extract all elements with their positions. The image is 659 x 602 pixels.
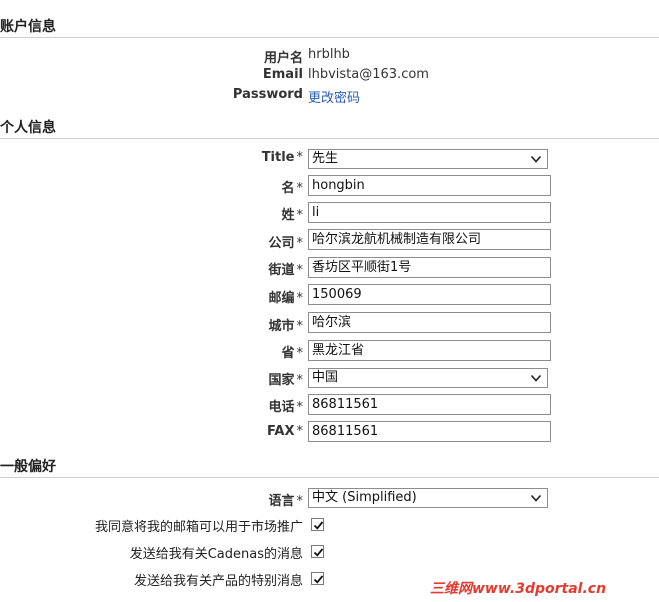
province-field[interactable]: 黑龙江省 <box>308 340 551 361</box>
country-label: 国家 * <box>0 369 303 388</box>
label-text: 邮编 <box>268 291 295 306</box>
label-text: 语言 <box>268 494 295 509</box>
city-label: 城市 * <box>0 315 303 334</box>
street-label: 街道 * <box>0 259 303 278</box>
language-label: 语言 * <box>0 490 303 509</box>
required-mark: * <box>296 236 304 251</box>
street-field[interactable]: 香坊区平顺街1号 <box>308 257 551 278</box>
product-offers-checkbox[interactable] <box>311 572 324 585</box>
label-text: 电话 <box>268 400 295 415</box>
checkmark-icon <box>313 521 324 530</box>
company-label: 公司 * <box>0 232 303 251</box>
required-mark: * <box>296 494 304 509</box>
label-text: Title <box>261 150 295 165</box>
required-mark: * <box>296 208 304 223</box>
required-mark: * <box>296 150 304 165</box>
product-offers-label: 发送给我有关产品的特别消息 <box>133 574 303 589</box>
last-name-label: 姓 * <box>0 204 303 223</box>
label-text: 国家 <box>268 373 295 388</box>
username-value: hrblhb <box>308 47 350 62</box>
cadenas-news-label: 发送给我有关Cadenas的消息 <box>129 547 303 562</box>
site-watermark: 三维网www.3dportal.cn <box>430 581 607 597</box>
required-mark: * <box>296 346 304 361</box>
change-password-link[interactable]: 更改密码 <box>308 87 360 106</box>
first-name-field[interactable]: hongbin <box>308 175 551 196</box>
required-mark: * <box>296 373 304 388</box>
marketing-consent-label: 我同意将我的邮箱可以用于市场推广 <box>94 520 303 535</box>
phone-label: 电话 * <box>0 396 303 415</box>
last-name-field[interactable]: li <box>308 202 551 223</box>
section-title-personal: 个人信息 <box>0 119 659 139</box>
fax-field[interactable]: 86811561 <box>308 421 551 442</box>
province-label: 省 * <box>0 342 303 361</box>
required-mark: * <box>296 400 304 415</box>
label-text: 街道 <box>268 263 295 278</box>
country-select[interactable]: 中国 <box>308 368 548 388</box>
chevron-down-icon <box>530 494 542 502</box>
email-value: lhbvista@163.com <box>308 67 429 82</box>
section-title-text: 账户信息 <box>0 19 56 35</box>
select-value: 先生 <box>312 151 339 166</box>
checkmark-icon <box>313 575 324 584</box>
username-label: 用户名 <box>263 51 303 66</box>
chevron-down-icon <box>530 374 542 382</box>
required-mark: * <box>296 319 304 334</box>
required-mark: * <box>296 263 304 278</box>
label-text: 姓 <box>281 208 295 223</box>
label-text: FAX <box>267 424 295 439</box>
select-value: 中国 <box>312 370 339 385</box>
section-title-preferences: 一般偏好 <box>0 458 659 478</box>
city-field[interactable]: 哈尔滨 <box>308 312 551 333</box>
marketing-consent-checkbox[interactable] <box>311 518 324 531</box>
first-name-label: 名 * <box>0 177 303 196</box>
section-title-text: 个人信息 <box>0 120 56 136</box>
section-title-account: 账户信息 <box>0 18 659 38</box>
cadenas-news-checkbox[interactable] <box>311 545 324 558</box>
fax-label: FAX * <box>0 424 303 439</box>
chevron-down-icon <box>530 155 542 163</box>
title-select[interactable]: 先生 <box>308 149 548 169</box>
zip-label: 邮编 * <box>0 287 303 306</box>
label-text: 省 <box>281 346 295 361</box>
select-value: 中文 (Simplified) <box>312 490 417 505</box>
phone-field[interactable]: 86811561 <box>308 394 551 415</box>
password-label: Password <box>232 87 303 102</box>
label-text: 名 <box>281 181 295 196</box>
section-title-text: 一般偏好 <box>0 459 56 475</box>
title-label: Title * <box>0 150 303 165</box>
email-label: Email <box>262 67 303 82</box>
label-text: 城市 <box>268 319 295 334</box>
label-text: 公司 <box>268 236 295 251</box>
company-field[interactable]: 哈尔滨龙航机械制造有限公司 <box>308 229 551 250</box>
language-select[interactable]: 中文 (Simplified) <box>308 488 548 508</box>
required-mark: * <box>296 291 304 306</box>
zip-field[interactable]: 150069 <box>308 284 551 305</box>
checkmark-icon <box>313 548 324 557</box>
required-mark: * <box>296 181 304 196</box>
required-mark: * <box>296 424 304 439</box>
